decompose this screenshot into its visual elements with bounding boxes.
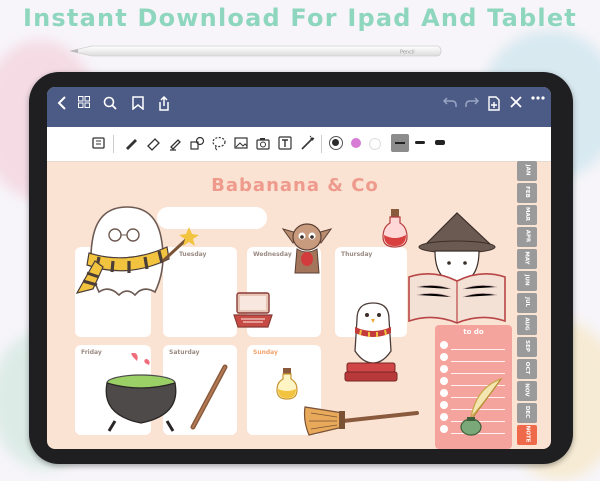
ghost-wizard-sticker (75, 206, 199, 297)
month-tabs: JAN FEB MAR APR MAY JUN JUL AUG SEP OCT … (515, 161, 537, 449)
todo-checkbox[interactable] (440, 365, 448, 373)
close-icon[interactable] (505, 96, 527, 118)
navigation-bar (47, 87, 551, 127)
pencil-brand: Pencil (400, 50, 415, 56)
redo-icon[interactable] (461, 96, 483, 118)
undo-icon[interactable] (439, 96, 461, 118)
highlighter-icon[interactable] (167, 135, 183, 151)
todo-checkbox[interactable] (440, 413, 448, 421)
todo-checkbox[interactable] (440, 353, 448, 361)
swatch-purple[interactable] (351, 138, 361, 148)
day-label-thursday: Thursday (341, 251, 373, 258)
owl-books-sticker (344, 302, 398, 382)
stroke-medium[interactable] (415, 141, 425, 144)
bookmark-icon[interactable] (127, 96, 149, 118)
todo-line (451, 373, 505, 374)
wand-sticker (190, 364, 228, 430)
day-label-sunday: Sunday (253, 349, 278, 356)
tab-nov[interactable]: NOV (517, 381, 537, 401)
eraser-icon[interactable] (145, 135, 161, 151)
quill-ink-sticker (460, 377, 503, 436)
swatch-dark-selected[interactable] (329, 136, 343, 150)
tab-sep[interactable]: SEP (517, 337, 537, 357)
todo-checkbox[interactable] (440, 401, 448, 409)
tab-jul[interactable]: JUL (517, 293, 537, 313)
laptop-sticker (233, 292, 273, 328)
search-icon[interactable] (99, 96, 121, 118)
keyboard-icon[interactable] (91, 135, 107, 151)
house-elf-sticker (281, 223, 333, 274)
tab-feb[interactable]: FEB (517, 183, 537, 203)
todo-checkbox[interactable] (440, 377, 448, 385)
divider (113, 135, 114, 153)
tab-mar[interactable]: MAR (517, 205, 537, 225)
tab-may[interactable]: MAY (517, 249, 537, 269)
share-icon[interactable] (153, 96, 175, 118)
tool-bar (47, 127, 551, 162)
tab-oct[interactable]: OCT (517, 359, 537, 379)
swatch-white[interactable] (369, 138, 381, 150)
shapes-icon[interactable] (189, 135, 205, 151)
todo-label: to do (463, 328, 484, 336)
tab-jan[interactable]: JAN (517, 161, 537, 181)
broom-sticker (303, 406, 419, 436)
grid-icon[interactable] (73, 96, 95, 118)
pencil-image: Pencil (70, 45, 442, 57)
todo-checkbox[interactable] (440, 425, 448, 433)
tab-aug[interactable]: AUG (517, 315, 537, 335)
stroke-thin-selected[interactable] (391, 134, 409, 152)
tab-note[interactable]: NOTE (517, 425, 537, 445)
more-icon[interactable] (527, 96, 549, 118)
headline: Instant Download For Ipad And Tablet (23, 4, 577, 32)
lasso-icon[interactable] (211, 135, 227, 151)
cauldron-sticker (105, 353, 177, 432)
image-icon[interactable] (233, 135, 249, 151)
yellow-potion-sticker (276, 368, 298, 400)
divider (321, 135, 322, 153)
todo-checkbox[interactable] (440, 389, 448, 397)
app-screen: Babanana & Co Tuesday Wednesday Thursday… (47, 87, 551, 449)
tab-dec[interactable]: DEC (517, 403, 537, 423)
todo-line (451, 361, 505, 362)
tab-apr[interactable]: APR (517, 227, 537, 247)
todo-line (451, 349, 505, 350)
witch-reading-sticker (408, 212, 506, 324)
stroke-thick[interactable] (435, 140, 445, 145)
back-chevron-icon[interactable] (51, 96, 73, 118)
pointer-icon[interactable] (299, 135, 315, 151)
pen-icon[interactable] (123, 135, 139, 151)
tab-jun[interactable]: JUN (517, 271, 537, 291)
add-page-icon[interactable] (483, 96, 505, 118)
camera-icon[interactable] (255, 135, 271, 151)
text-icon[interactable] (277, 135, 293, 151)
page-title: Babanana & Co (211, 175, 379, 196)
todo-checkbox[interactable] (440, 341, 448, 349)
